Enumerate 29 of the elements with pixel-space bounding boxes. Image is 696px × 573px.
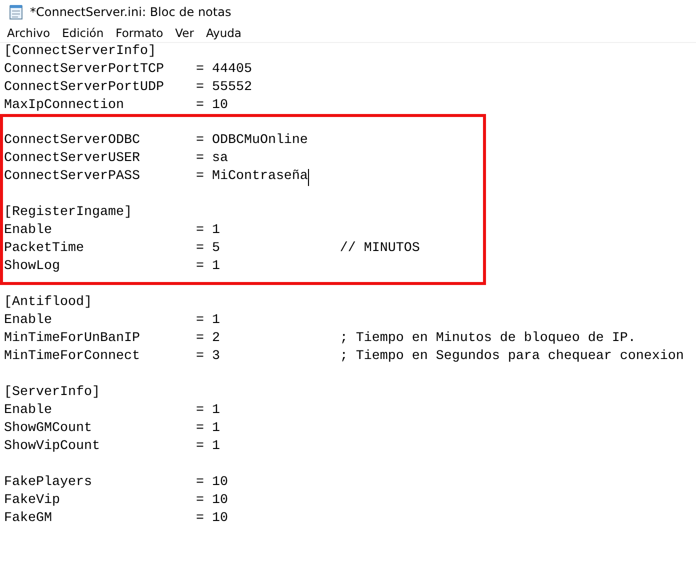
text-line: [ServerInfo] bbox=[4, 384, 100, 402]
text-line: [ConnectServerInfo] bbox=[4, 43, 156, 61]
text-line: MaxIpConnection = 10 bbox=[4, 97, 228, 115]
text-line: ShowGMCount = 1 bbox=[4, 420, 220, 438]
text-line: ConnectServerPortTCP = 44405 bbox=[4, 61, 252, 79]
text-line: [RegisterIngame] bbox=[4, 204, 132, 222]
text-line: PacketTime = 5 // MINUTOS bbox=[4, 240, 420, 258]
text-line: MinTimeForConnect = 3 ; Tiempo en Segundos para chequear conexion bbox=[4, 348, 684, 366]
window-title: *ConnectServer.ini: Bloc de notas bbox=[30, 5, 232, 19]
text-line: ConnectServerPASS = MiContraseña bbox=[4, 168, 308, 186]
menu-item[interactable]: Formato bbox=[110, 25, 170, 41]
text-line: ShowLog = 1 bbox=[4, 258, 220, 276]
menu-item[interactable]: Archivo bbox=[1, 25, 56, 41]
text-line: ConnectServerODBC = ODBCMuOnline bbox=[4, 132, 308, 150]
text-line: FakePlayers = 10 bbox=[4, 474, 228, 492]
text-line: ConnectServerPortUDP = 55552 bbox=[4, 79, 252, 97]
notepad-icon bbox=[8, 4, 24, 20]
menu-item[interactable]: Ver bbox=[169, 25, 200, 41]
text-line: FakeVip = 10 bbox=[4, 492, 228, 510]
text-line: FakeGM = 10 bbox=[4, 510, 228, 528]
text-line: ShowVipCount = 1 bbox=[4, 438, 220, 456]
text-line: ConnectServerUSER = sa bbox=[4, 150, 228, 168]
text-line: MinTimeForUnBanIP = 2 ; Tiempo en Minutos de bloqueo de IP. bbox=[4, 330, 636, 348]
menu-item[interactable]: Edición bbox=[56, 25, 110, 41]
text-line: Enable = 1 bbox=[4, 312, 220, 330]
text-line: [Antiflood] bbox=[4, 294, 92, 312]
menu-item[interactable]: Ayuda bbox=[200, 25, 248, 41]
text-line: Enable = 1 bbox=[4, 222, 220, 240]
text-line: Enable = 1 bbox=[4, 402, 220, 420]
